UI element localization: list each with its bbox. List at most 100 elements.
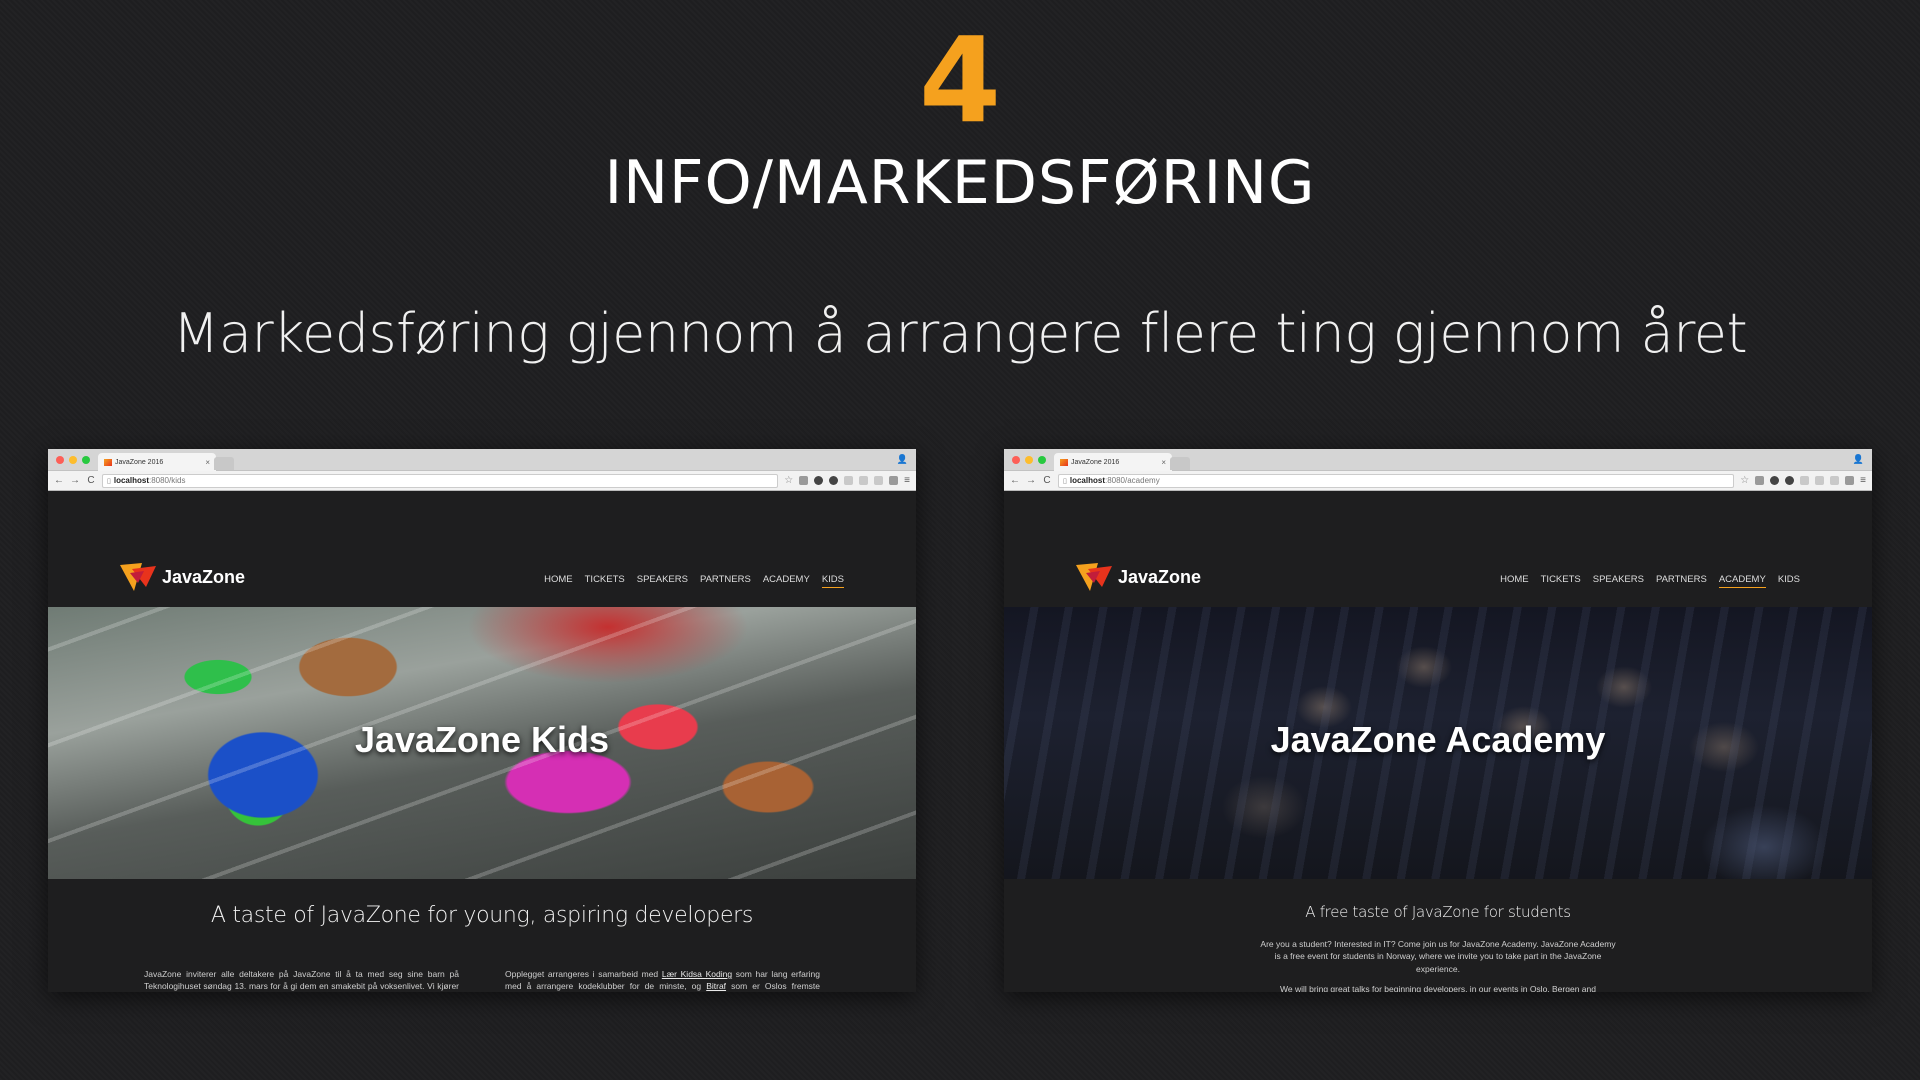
window-controls bbox=[56, 456, 90, 464]
maximize-window-button[interactable] bbox=[82, 456, 90, 464]
extension-icons: ☆ bbox=[1740, 476, 1855, 486]
favicon-icon bbox=[104, 458, 112, 466]
javazone-logo-icon bbox=[1076, 563, 1112, 591]
new-tab-button[interactable] bbox=[1170, 457, 1190, 470]
favicon-icon bbox=[1060, 458, 1068, 466]
extension-icon[interactable] bbox=[1785, 476, 1795, 485]
maximize-window-button[interactable] bbox=[1038, 456, 1046, 464]
logo-text: JavaZone bbox=[162, 566, 246, 587]
nav-home[interactable]: HOME bbox=[544, 574, 573, 588]
extension-icon[interactable] bbox=[1830, 476, 1840, 485]
nav-tickets[interactable]: TICKETS bbox=[585, 574, 625, 588]
extension-icon[interactable] bbox=[1815, 476, 1825, 485]
reload-icon[interactable]: C bbox=[1042, 475, 1052, 486]
column-left-text: JavaZone inviterer alle deltakere på Jav… bbox=[144, 969, 459, 992]
tab-close-icon[interactable]: × bbox=[1161, 458, 1166, 467]
address-bar[interactable]: ▯ localhost:8080/kids bbox=[102, 473, 779, 488]
url-path: :8080/kids bbox=[148, 476, 186, 485]
two-column-text: JavaZone inviterer alle deltakere på Jav… bbox=[48, 928, 916, 992]
site-logo[interactable]: JavaZone bbox=[120, 563, 245, 591]
laer-kidsa-koding-link[interactable]: Lær Kidsa Koding bbox=[662, 969, 732, 979]
browser-window-kids: JavaZone 2016 × 👤 ← → C ▯ localhost:8080… bbox=[48, 449, 916, 992]
extension-icon[interactable] bbox=[1800, 476, 1810, 485]
site-logo[interactable]: JavaZone bbox=[1076, 563, 1201, 591]
nav-kids[interactable]: KIDS bbox=[1778, 574, 1800, 588]
nav-speakers[interactable]: SPEAKERS bbox=[1593, 574, 1644, 588]
minimize-window-button[interactable] bbox=[1025, 456, 1033, 464]
nav-speakers[interactable]: SPEAKERS bbox=[637, 574, 688, 588]
nav-home[interactable]: HOME bbox=[1500, 574, 1529, 588]
profile-icon[interactable]: 👤 bbox=[1853, 454, 1864, 465]
tab-close-icon[interactable]: × bbox=[205, 458, 210, 467]
menu-icon[interactable]: ≡ bbox=[904, 475, 910, 486]
site-header: JavaZone HOME TICKETS SPEAKERS PARTNERS … bbox=[1004, 491, 1872, 607]
hero-title: JavaZone Academy bbox=[1270, 719, 1606, 760]
tab-strip: JavaZone 2016 × 👤 bbox=[1004, 449, 1872, 471]
page-icon: ▯ bbox=[107, 477, 111, 485]
extension-icon[interactable] bbox=[844, 476, 854, 485]
browser-toolbar: ← → C ▯ localhost:8080/kids ☆ ≡ bbox=[48, 471, 916, 491]
bookmark-star-icon[interactable]: ☆ bbox=[784, 476, 793, 486]
nav-partners[interactable]: PARTNERS bbox=[1656, 574, 1707, 588]
extension-icon[interactable] bbox=[874, 476, 884, 485]
window-controls bbox=[1012, 456, 1046, 464]
hero-image-kids: JavaZone Kids bbox=[48, 607, 916, 879]
profile-icon[interactable]: 👤 bbox=[897, 454, 908, 465]
forward-icon[interactable]: → bbox=[1026, 475, 1036, 486]
minimize-window-button[interactable] bbox=[69, 456, 77, 464]
extension-icon[interactable] bbox=[799, 476, 809, 485]
tab-title: JavaZone 2016 bbox=[1071, 458, 1120, 466]
site-nav: HOME TICKETS SPEAKERS PARTNERS ACADEMY K… bbox=[544, 574, 844, 588]
bitraf-link[interactable]: Bitraf bbox=[706, 981, 726, 991]
nav-academy[interactable]: ACADEMY bbox=[1718, 574, 1766, 588]
site-nav: HOME TICKETS SPEAKERS PARTNERS ACADEMY K… bbox=[1500, 574, 1800, 588]
site-header: JavaZone HOME TICKETS SPEAKERS PARTNERS … bbox=[48, 491, 916, 607]
javazone-logo-icon bbox=[120, 563, 156, 591]
column-right-text: Opplegget arrangeres i samarbeid med Lær… bbox=[505, 969, 820, 992]
back-icon[interactable]: ← bbox=[54, 475, 64, 486]
slide-number: 4 bbox=[918, 11, 1002, 149]
browser-tab[interactable]: JavaZone 2016 × bbox=[98, 453, 216, 471]
extension-icon[interactable] bbox=[1845, 476, 1855, 485]
bookmark-star-icon[interactable]: ☆ bbox=[1740, 476, 1749, 486]
close-window-button[interactable] bbox=[1012, 456, 1020, 464]
hero-image-academy: JavaZone Academy bbox=[1004, 607, 1872, 879]
address-bar[interactable]: ▯ localhost:8080/academy bbox=[1058, 473, 1735, 488]
content-section: A taste of JavaZone for young, aspiring … bbox=[48, 879, 916, 992]
extension-icon[interactable] bbox=[829, 476, 839, 485]
logo-text: JavaZone bbox=[1118, 566, 1202, 587]
browser-tab[interactable]: JavaZone 2016 × bbox=[1054, 453, 1172, 471]
url-host: localhost bbox=[113, 476, 149, 485]
extension-icon[interactable] bbox=[1770, 476, 1780, 485]
tab-strip: JavaZone 2016 × 👤 bbox=[48, 449, 916, 471]
tab-title: JavaZone 2016 bbox=[115, 458, 164, 466]
url-host: localhost bbox=[1069, 476, 1105, 485]
slide-subtitle: Markedsføring gjennom å arrangere flere … bbox=[172, 302, 1748, 365]
menu-icon[interactable]: ≡ bbox=[1860, 475, 1866, 486]
nav-partners[interactable]: PARTNERS bbox=[700, 574, 751, 588]
intro-paragraph: Are you a student? Interested in IT? Com… bbox=[1260, 939, 1616, 974]
extension-icon[interactable] bbox=[859, 476, 869, 485]
back-icon[interactable]: ← bbox=[1010, 475, 1020, 486]
nav-tickets[interactable]: TICKETS bbox=[1541, 574, 1581, 588]
nav-academy[interactable]: ACADEMY bbox=[763, 574, 810, 588]
url-path: :8080/academy bbox=[1104, 476, 1160, 485]
content-section: A free taste of JavaZone for students Ar… bbox=[1004, 879, 1872, 992]
browser-window-academy: JavaZone 2016 × 👤 ← → C ▯ localhost:8080… bbox=[1004, 449, 1872, 992]
hero-title: JavaZone Kids bbox=[354, 719, 610, 760]
tagline: A free taste of JavaZone for students bbox=[1305, 903, 1571, 921]
extension-icon[interactable] bbox=[1755, 476, 1765, 485]
nav-kids[interactable]: KIDS bbox=[821, 574, 844, 588]
extension-icon[interactable] bbox=[889, 476, 899, 485]
new-tab-button[interactable] bbox=[214, 457, 234, 470]
forward-icon[interactable]: → bbox=[70, 475, 80, 486]
browser-toolbar: ← → C ▯ localhost:8080/academy ☆ ≡ bbox=[1004, 471, 1872, 491]
slide-title: INFO/MARKEDSFØRING bbox=[604, 148, 1316, 218]
close-window-button[interactable] bbox=[56, 456, 64, 464]
page-icon: ▯ bbox=[1063, 477, 1067, 485]
second-paragraph: We will bring great talks for beginning … bbox=[1280, 983, 1596, 992]
reload-icon[interactable]: C bbox=[86, 475, 96, 486]
tagline: A taste of JavaZone for young, aspiring … bbox=[210, 903, 754, 928]
extension-icons: ☆ bbox=[784, 476, 899, 486]
extension-icon[interactable] bbox=[814, 476, 824, 485]
